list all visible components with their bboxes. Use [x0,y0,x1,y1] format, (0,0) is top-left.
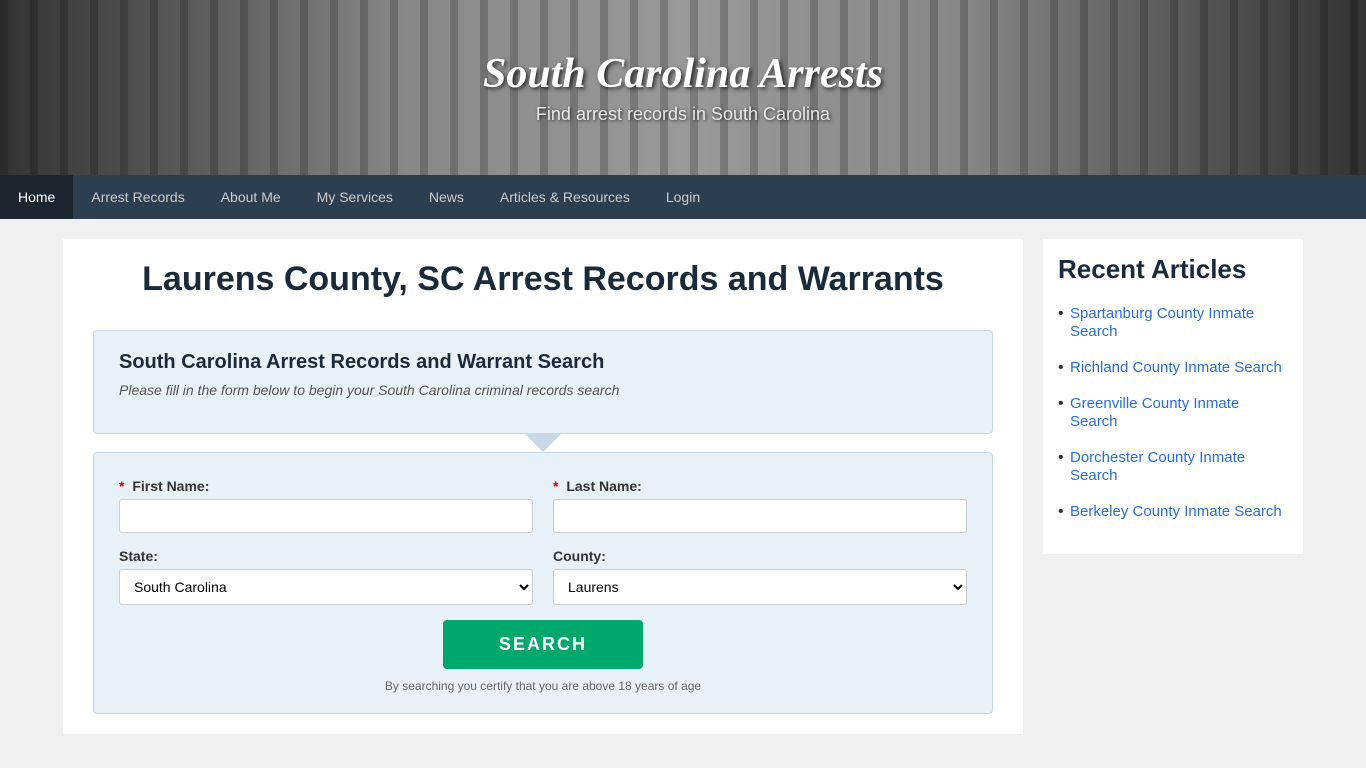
state-group: State: South Carolina [119,548,533,605]
first-name-required: * [119,478,124,494]
last-name-input[interactable] [553,499,967,533]
state-select[interactable]: South Carolina [119,569,533,605]
article-link-dorchester[interactable]: Dorchester County Inmate Search [1070,449,1245,484]
list-item: Berkeley County Inmate Search [1058,503,1288,521]
main-nav: Home Arrest Records About Me My Services… [0,175,1366,219]
first-name-group: * First Name: [119,478,533,533]
list-item: Greenville County Inmate Search [1058,395,1288,431]
nav-login[interactable]: Login [648,175,718,219]
site-header: South Carolina Arrests Find arrest recor… [0,0,1366,175]
list-item: Spartanburg County Inmate Search [1058,305,1288,341]
county-group: County: Laurens [553,548,967,605]
nav-arrest-records[interactable]: Arrest Records [73,175,202,219]
nav-home[interactable]: Home [0,175,73,219]
county-select[interactable]: Laurens [553,569,967,605]
nav-articles-resources[interactable]: Articles & Resources [482,175,648,219]
last-name-group: * Last Name: [553,478,967,533]
header-content: South Carolina Arrests Find arrest recor… [483,50,883,125]
form-box-subtitle: Please fill in the form below to begin y… [119,382,967,398]
sidebar: Recent Articles Spartanburg County Inmat… [1043,239,1303,734]
location-row: State: South Carolina County: Laurens [119,548,967,605]
page-heading: Laurens County, SC Arrest Records and Wa… [93,259,993,300]
page-wrapper: Laurens County, SC Arrest Records and Wa… [48,219,1318,754]
last-name-required: * [553,478,558,494]
county-label: County: [553,548,967,564]
sidebar-box: Recent Articles Spartanburg County Inmat… [1043,239,1303,554]
site-title: South Carolina Arrests [483,50,883,98]
article-link-greenville[interactable]: Greenville County Inmate Search [1070,395,1239,430]
recent-articles-list: Spartanburg County Inmate Search Richlan… [1058,305,1288,521]
first-name-label: * First Name: [119,478,533,494]
article-link-richland[interactable]: Richland County Inmate Search [1070,359,1282,376]
sidebar-title: Recent Articles [1058,254,1288,285]
last-name-label: * Last Name: [553,478,967,494]
search-form: * First Name: * Last Name: State: [93,452,993,714]
name-row: * First Name: * Last Name: [119,478,967,533]
state-label: State: [119,548,533,564]
form-box-title: South Carolina Arrest Records and Warran… [119,351,967,374]
nav-news[interactable]: News [411,175,482,219]
article-link-berkeley[interactable]: Berkeley County Inmate Search [1070,503,1282,520]
list-item: Dorchester County Inmate Search [1058,449,1288,485]
form-pointer [525,434,561,452]
search-button[interactable]: SEARCH [443,620,643,669]
nav-my-services[interactable]: My Services [299,175,411,219]
list-item: Richland County Inmate Search [1058,359,1288,377]
first-name-input[interactable] [119,499,533,533]
main-content: Laurens County, SC Arrest Records and Wa… [63,239,1023,734]
form-intro-box: South Carolina Arrest Records and Warran… [93,330,993,434]
nav-about-me[interactable]: About Me [203,175,299,219]
form-note: By searching you certify that you are ab… [119,679,967,693]
article-link-spartanburg[interactable]: Spartanburg County Inmate Search [1070,305,1254,340]
site-subtitle: Find arrest records in South Carolina [483,104,883,125]
